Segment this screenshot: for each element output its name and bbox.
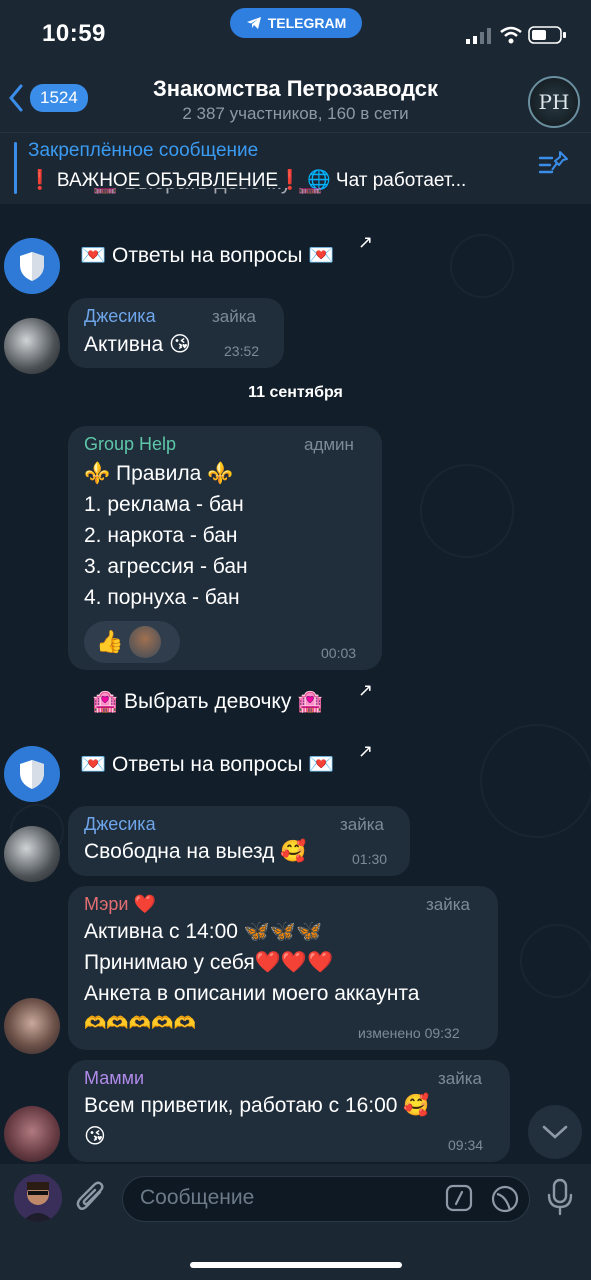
- telegram-pill[interactable]: TELEGRAM: [230, 8, 362, 38]
- telegram-pill-label: TELEGRAM: [267, 15, 347, 31]
- message-line: 🫶🫶🫶🫶🫶: [84, 1013, 197, 1033]
- choose-girl-label: 🏩 Выбрать девочку 🏩: [92, 188, 323, 195]
- answers-label: 💌 Ответы на вопросы 💌: [80, 753, 335, 776]
- home-indicator: [190, 1262, 402, 1268]
- pinned-indicator: [14, 142, 17, 194]
- choose-girl-button-partial[interactable]: 🏩 Выбрать девочку 🏩: [92, 188, 323, 206]
- chat-avatar[interactable]: PH: [528, 76, 580, 128]
- microphone-icon[interactable]: [546, 1178, 574, 1216]
- chat-avatar-text: PH: [538, 90, 570, 114]
- wallpaper-doodle: [480, 724, 591, 838]
- chevron-down-icon: [542, 1125, 568, 1139]
- message-line: 1. реклама - бан: [84, 493, 244, 516]
- bot-commands-icon[interactable]: [445, 1184, 473, 1212]
- shield-icon: [20, 760, 44, 789]
- message-line: 2. наркота - бан: [84, 524, 238, 547]
- telegram-icon: [246, 17, 261, 29]
- pinned-list-icon[interactable]: [538, 150, 570, 180]
- message-line: Принимаю у себя❤️❤️❤️: [84, 951, 334, 974]
- sender-role: зайка: [340, 815, 385, 834]
- status-time: 10:59: [42, 20, 106, 47]
- answers-button[interactable]: 💌 Ответы на вопросы 💌: [80, 244, 334, 268]
- message-line: Активна с 14:00 🦋🦋🦋: [84, 920, 323, 943]
- message-time: 01:30: [352, 851, 388, 867]
- sender-role: админ: [304, 435, 354, 454]
- user-avatar-mammi[interactable]: [4, 1106, 60, 1162]
- wallpaper-doodle: [420, 464, 514, 558]
- wallpaper-doodle: [450, 234, 514, 298]
- sender-name[interactable]: Group Help: [84, 434, 176, 455]
- message-line: 3. агрессия - бан: [84, 555, 248, 578]
- bot-avatar[interactable]: [4, 746, 60, 802]
- reaction-emoji: 👍: [96, 629, 124, 654]
- message-line: 😘: [84, 1125, 106, 1148]
- sender-role: зайка: [438, 1069, 483, 1088]
- choose-girl-button[interactable]: 🏩 Выбрать девочку 🏩: [92, 690, 323, 714]
- message-line: Всем приветик, работаю с 16:00 🥰: [84, 1094, 430, 1117]
- user-avatar-jessica[interactable]: [4, 318, 60, 374]
- message-time: 09:34: [448, 1137, 484, 1153]
- sender-role: зайка: [426, 895, 471, 914]
- scroll-down-button[interactable]: [528, 1105, 582, 1159]
- message-bubble[interactable]: Джесика зайка Свободна на выезд 🥰 01:30: [68, 806, 410, 876]
- avatar-illustration: [14, 1174, 62, 1222]
- open-link-arrow-icon: ↗: [358, 680, 374, 700]
- sticker-icon[interactable]: [490, 1184, 520, 1214]
- wallpaper-doodle: [520, 924, 591, 998]
- signal-icon: [466, 28, 491, 44]
- answers-label: 💌 Ответы на вопросы 💌: [80, 244, 335, 267]
- message-time: 23:52: [224, 343, 260, 359]
- reaction-pill[interactable]: 👍: [84, 621, 180, 663]
- message-time: изменено 09:32: [358, 1025, 460, 1041]
- user-avatar-mary[interactable]: [4, 998, 60, 1054]
- sender-name[interactable]: Мамми: [84, 1068, 144, 1089]
- sender-name[interactable]: Джесика: [84, 814, 156, 835]
- message-text: Свободна на выезд 🥰: [84, 840, 307, 863]
- user-avatar-jessica[interactable]: [4, 826, 60, 882]
- chat-title[interactable]: Знакомства Петрозаводск: [0, 76, 591, 102]
- attach-icon[interactable]: [74, 1178, 108, 1216]
- sender-name[interactable]: Мэри ❤️: [84, 894, 156, 915]
- message-bubble[interactable]: Мамми зайка Всем приветик, работаю с 16:…: [68, 1060, 510, 1162]
- sender-name[interactable]: Джесика: [84, 306, 156, 327]
- message-text: Активна 😘: [84, 333, 191, 356]
- date-separator: 11 сентября: [248, 384, 343, 401]
- open-link-arrow-icon: ↗: [358, 741, 374, 761]
- pinned-title: Закреплённое сообщение: [28, 140, 259, 161]
- answers-button[interactable]: 💌 Ответы на вопросы 💌: [80, 753, 334, 777]
- message-time: 00:03: [321, 645, 357, 661]
- reactor-avatar: [129, 626, 162, 658]
- bot-avatar[interactable]: [4, 238, 60, 294]
- wifi-icon: [500, 26, 522, 44]
- shield-icon: [20, 252, 44, 281]
- chat-subtitle: 2 387 участников, 160 в сети: [182, 104, 409, 123]
- choose-girl-label: 🏩 Выбрать девочку 🏩: [92, 690, 324, 713]
- sender-role: зайка: [212, 307, 257, 326]
- message-line: 4. порнуха - бан: [84, 586, 240, 609]
- my-avatar[interactable]: [14, 1174, 62, 1222]
- message-input-placeholder: Сообщение: [140, 1186, 255, 1209]
- message-line: Анкета в описании моего аккаунта: [84, 982, 420, 1005]
- open-link-arrow-icon: ↗: [358, 232, 374, 252]
- battery-icon: [528, 26, 566, 44]
- message-bubble[interactable]: Мэри ❤️ зайка Активна с 14:00 🦋🦋🦋 Приним…: [68, 886, 498, 1050]
- message-line: ⚜️ Правила ⚜️: [84, 462, 234, 485]
- message-bubble[interactable]: Джесика зайка Активна 😘 23:52: [68, 298, 284, 368]
